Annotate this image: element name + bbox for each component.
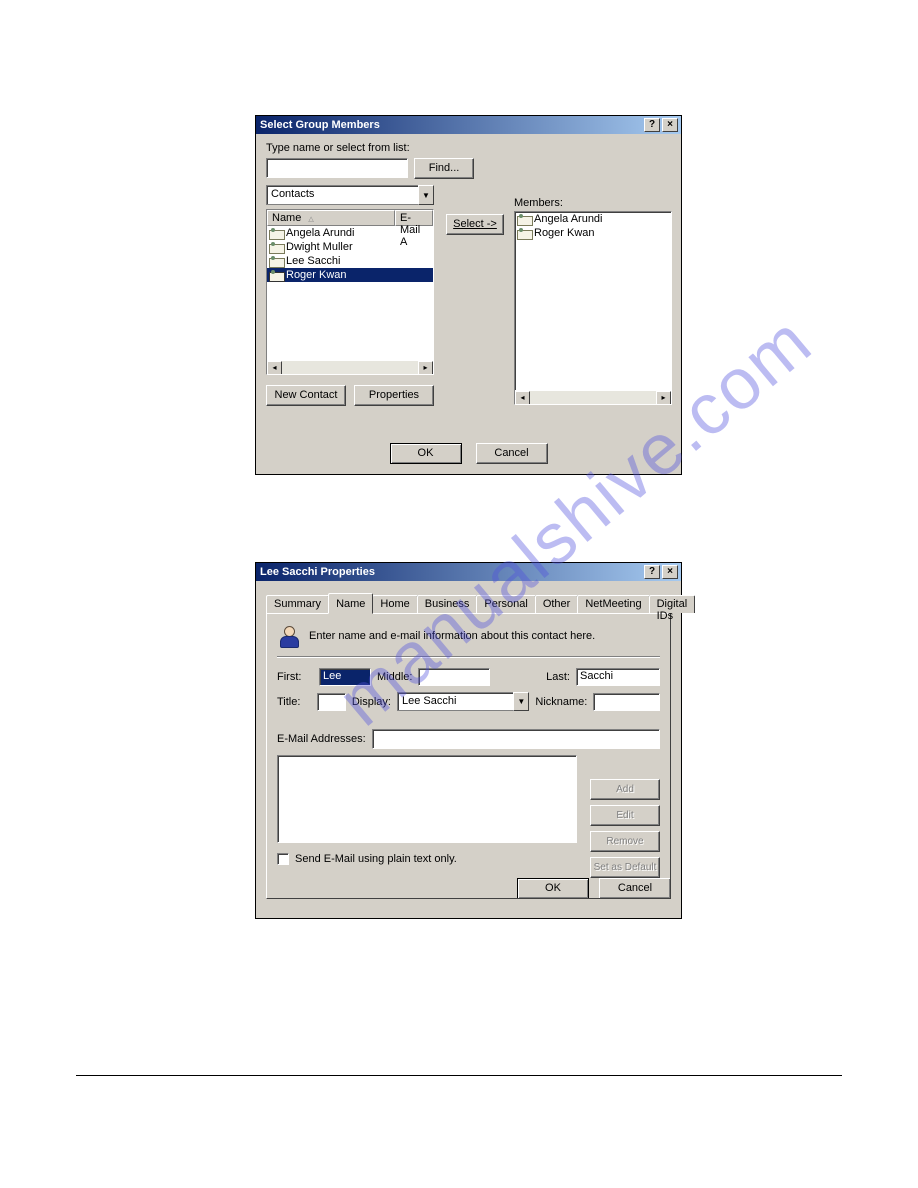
display-combo[interactable]: Lee Sacchi ▼ bbox=[397, 692, 529, 711]
column-email[interactable]: E-Mail A bbox=[395, 210, 433, 226]
email-addresses-label: E-Mail Addresses: bbox=[277, 733, 366, 745]
email-address-input[interactable] bbox=[372, 729, 660, 749]
person-icon bbox=[277, 624, 301, 648]
contact-card-icon bbox=[269, 270, 283, 281]
nickname-label: Nickname: bbox=[535, 696, 587, 708]
members-label: Members: bbox=[514, 197, 672, 209]
members-listbox[interactable]: Angela Arundi Roger Kwan ◂ ▸ bbox=[514, 211, 672, 405]
contact-card-icon bbox=[269, 256, 283, 267]
first-label: First: bbox=[277, 671, 313, 683]
contacts-listbox[interactable]: Name △ E-Mail A Angela Arundi Dwight Mul… bbox=[266, 209, 434, 375]
list-item[interactable]: Lee Sacchi bbox=[267, 254, 433, 268]
scroll-left-icon[interactable]: ◂ bbox=[515, 391, 530, 405]
dialog-title: Lee Sacchi Properties bbox=[260, 566, 375, 578]
select-group-members-dialog: Select Group Members ? × Type name or se… bbox=[255, 115, 682, 475]
title-field[interactable] bbox=[317, 693, 346, 711]
scroll-right-icon[interactable]: ▸ bbox=[656, 391, 671, 405]
display-label: Display: bbox=[352, 696, 391, 708]
column-name[interactable]: Name △ bbox=[267, 210, 395, 226]
cancel-button[interactable]: Cancel bbox=[476, 443, 548, 464]
source-combo-text: Contacts bbox=[266, 185, 418, 205]
find-button[interactable]: Find... bbox=[414, 158, 474, 179]
email-list[interactable] bbox=[277, 755, 577, 843]
list-item[interactable]: Roger Kwan bbox=[515, 226, 671, 240]
titlebar: Lee Sacchi Properties ? × bbox=[256, 563, 681, 581]
source-combo[interactable]: Contacts ▼ bbox=[266, 185, 434, 205]
tab-business[interactable]: Business bbox=[417, 595, 478, 613]
nickname-field[interactable] bbox=[593, 693, 660, 711]
tab-netmeeting[interactable]: NetMeeting bbox=[577, 595, 649, 613]
close-button[interactable]: × bbox=[662, 118, 678, 132]
help-button[interactable]: ? bbox=[644, 118, 660, 132]
plaintext-checkbox[interactable] bbox=[277, 853, 289, 865]
list-item[interactable]: Roger Kwan bbox=[267, 268, 433, 282]
last-field[interactable]: Sacchi bbox=[576, 668, 660, 686]
add-button[interactable]: Add bbox=[590, 779, 660, 800]
name-input[interactable] bbox=[266, 158, 408, 178]
tabstrip: Summary Name Home Business Personal Othe… bbox=[266, 593, 671, 613]
tab-personal[interactable]: Personal bbox=[476, 595, 535, 613]
plaintext-label: Send E-Mail using plain text only. bbox=[295, 853, 457, 865]
first-field[interactable]: Lee bbox=[319, 668, 371, 686]
titlebar: Select Group Members ? × bbox=[256, 116, 681, 134]
properties-button[interactable]: Properties bbox=[354, 385, 434, 406]
display-combo-text: Lee Sacchi bbox=[397, 692, 513, 711]
dialog-title: Select Group Members bbox=[260, 119, 380, 131]
type-name-label: Type name or select from list: bbox=[266, 142, 671, 154]
tab-summary[interactable]: Summary bbox=[266, 595, 329, 613]
title-label: Title: bbox=[277, 696, 311, 708]
chevron-down-icon: ▼ bbox=[418, 185, 434, 205]
contact-card-icon bbox=[517, 228, 531, 239]
page-divider bbox=[76, 1075, 842, 1076]
sort-asc-icon: △ bbox=[308, 216, 313, 223]
contact-card-icon bbox=[269, 242, 283, 253]
horizontal-scrollbar[interactable]: ◂ ▸ bbox=[515, 390, 671, 405]
tab-home[interactable]: Home bbox=[372, 595, 417, 613]
select-button[interactable]: Select -> bbox=[446, 214, 504, 235]
set-default-button[interactable]: Set as Default bbox=[590, 857, 660, 878]
new-contact-button[interactable]: New Contact bbox=[266, 385, 346, 406]
help-button[interactable]: ? bbox=[644, 565, 660, 579]
middle-field[interactable] bbox=[418, 668, 490, 686]
list-item[interactable]: Dwight Muller bbox=[267, 240, 433, 254]
last-label: Last: bbox=[546, 671, 570, 683]
contact-card-icon bbox=[517, 214, 531, 225]
edit-button[interactable]: Edit bbox=[590, 805, 660, 826]
list-header: Name △ E-Mail A bbox=[267, 210, 433, 226]
contact-card-icon bbox=[269, 228, 283, 239]
horizontal-scrollbar[interactable]: ◂ ▸ bbox=[267, 360, 433, 375]
tab-panel-name: Enter name and e-mail information about … bbox=[266, 613, 671, 899]
divider bbox=[277, 656, 660, 658]
remove-button[interactable]: Remove bbox=[590, 831, 660, 852]
tab-other[interactable]: Other bbox=[535, 595, 579, 613]
chevron-down-icon: ▼ bbox=[513, 692, 529, 711]
contact-properties-dialog: Lee Sacchi Properties ? × Summary Name H… bbox=[255, 562, 682, 919]
middle-label: Middle: bbox=[377, 671, 412, 683]
scroll-left-icon[interactable]: ◂ bbox=[267, 361, 282, 375]
ok-button[interactable]: OK bbox=[390, 443, 462, 464]
tab-name[interactable]: Name bbox=[328, 593, 373, 614]
intro-text: Enter name and e-mail information about … bbox=[309, 630, 595, 642]
tab-digital-ids[interactable]: Digital IDs bbox=[649, 595, 696, 613]
list-item[interactable]: Angela Arundi bbox=[515, 212, 671, 226]
close-button[interactable]: × bbox=[662, 565, 678, 579]
scroll-right-icon[interactable]: ▸ bbox=[418, 361, 433, 375]
